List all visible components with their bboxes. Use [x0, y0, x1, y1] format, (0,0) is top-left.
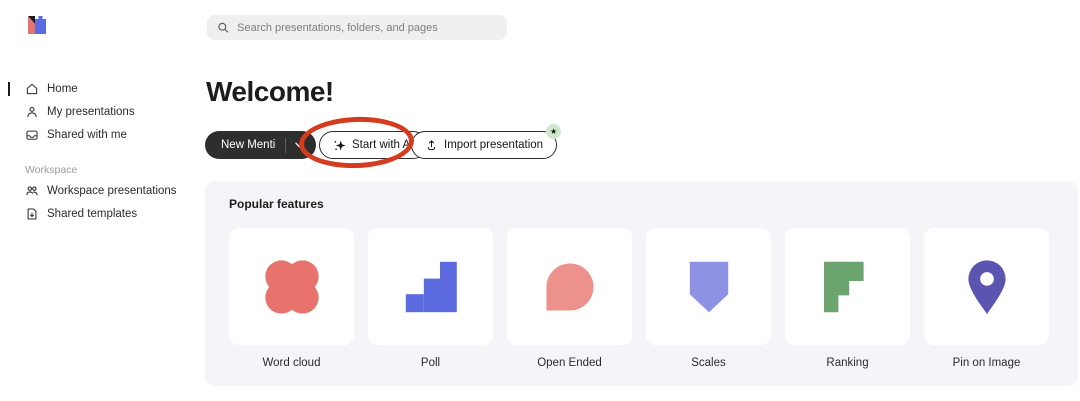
new-menti-label: New Menti: [205, 139, 285, 151]
sidebar-item-label: Workspace presentations: [47, 185, 177, 197]
sidebar-item-label: Shared templates: [47, 208, 137, 220]
chevron-down-icon: [295, 142, 304, 148]
home-icon: [25, 82, 39, 96]
import-presentation-label: Import presentation: [444, 139, 543, 151]
upload-icon: [425, 139, 438, 152]
sidebar-item-label: Shared with me: [47, 129, 127, 141]
poll-card[interactable]: [368, 228, 493, 345]
shield-icon: [679, 257, 739, 317]
new-menti-dropdown-toggle[interactable]: [286, 131, 316, 159]
scales-card[interactable]: [646, 228, 771, 345]
open-ended-card[interactable]: [507, 228, 632, 345]
pin-on-image-card[interactable]: [924, 228, 1049, 345]
sparkle-icon: [333, 139, 346, 152]
search-input[interactable]: [235, 21, 497, 35]
start-with-ai-label: Start with AI: [352, 139, 413, 151]
mentimeter-logo[interactable]: [25, 13, 49, 37]
feature-poll: Poll: [368, 228, 493, 369]
feature-label: Scales: [646, 357, 771, 369]
template-doc-icon: [25, 207, 39, 221]
ranking-stairs-icon: [818, 257, 878, 317]
page-title: Welcome!: [206, 76, 334, 108]
poll-stairs-icon: [401, 257, 461, 317]
sidebar-item-label: Home: [47, 83, 78, 95]
sidebar-item-my-presentations[interactable]: My presentations: [0, 102, 196, 122]
star-badge: ★: [546, 124, 561, 139]
feature-label: Word cloud: [229, 357, 354, 369]
feature-pin-on-image: Pin on Image: [924, 228, 1049, 369]
new-menti-button[interactable]: New Menti: [205, 131, 316, 159]
popular-features-panel: Popular features Word cloud: [205, 181, 1078, 386]
sidebar-item-home[interactable]: Home: [0, 79, 196, 99]
feature-scales: Scales: [646, 228, 771, 369]
sidebar-item-label: My presentations: [47, 106, 135, 118]
inbox-icon: [25, 128, 39, 142]
word-cloud-icon: [261, 256, 323, 318]
group-icon: [25, 184, 39, 198]
popular-features-title: Popular features: [229, 197, 1054, 211]
sidebar: Home My presentations Shared with me Wor…: [0, 0, 196, 401]
person-icon: [25, 105, 39, 119]
workspace-section-label: Workspace: [0, 148, 196, 181]
star-icon: ★: [550, 128, 557, 136]
word-cloud-card[interactable]: [229, 228, 354, 345]
import-presentation-button[interactable]: Import presentation ★: [411, 131, 557, 159]
feature-open-ended: Open Ended: [507, 228, 632, 369]
sidebar-item-shared-with-me[interactable]: Shared with me: [0, 125, 196, 145]
sidebar-item-workspace-presentations[interactable]: Workspace presentations: [0, 181, 196, 201]
search-bar: [207, 15, 507, 40]
feature-label: Ranking: [785, 357, 910, 369]
speech-bubble-icon: [539, 256, 601, 318]
feature-label: Open Ended: [507, 357, 632, 369]
feature-label: Poll: [368, 357, 493, 369]
feature-label: Pin on Image: [924, 357, 1049, 369]
search-icon: [217, 21, 229, 34]
feature-ranking: Ranking: [785, 228, 910, 369]
sidebar-item-shared-templates[interactable]: Shared templates: [0, 204, 196, 224]
ranking-card[interactable]: [785, 228, 910, 345]
feature-word-cloud: Word cloud: [229, 228, 354, 369]
feature-cards-row: Word cloud Poll Open Ended: [229, 228, 1054, 369]
map-pin-icon: [956, 256, 1018, 318]
